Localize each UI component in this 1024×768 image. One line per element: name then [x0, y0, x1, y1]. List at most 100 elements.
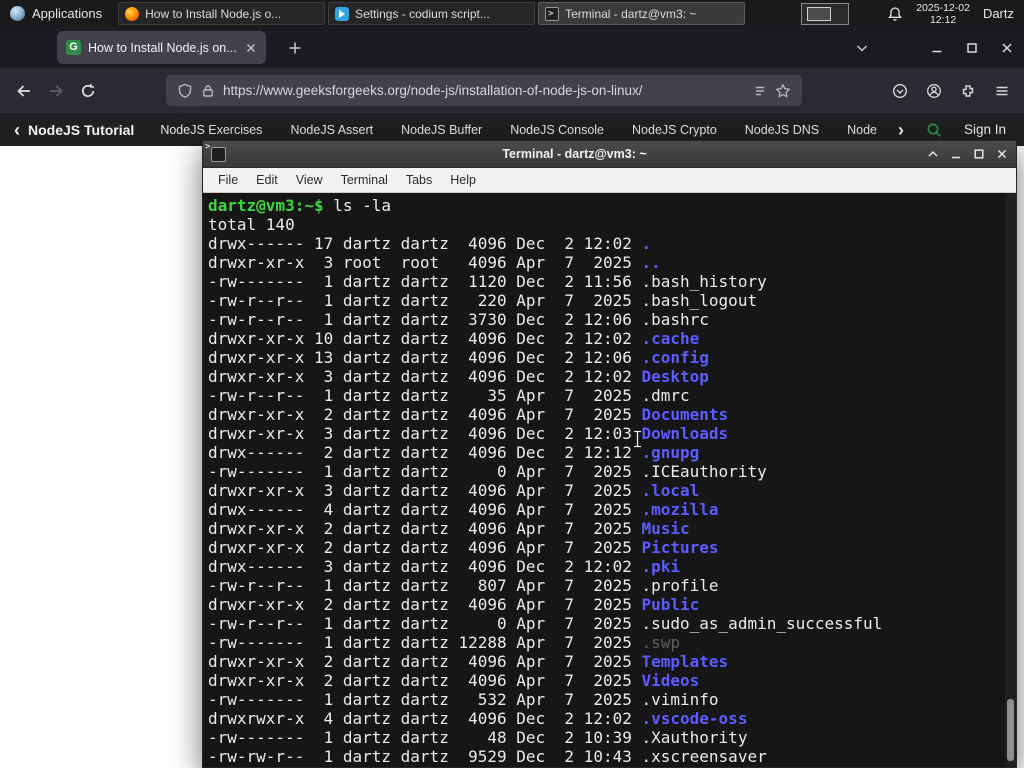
- shade-up-icon[interactable]: [927, 148, 939, 160]
- file-name: .viminfo: [641, 690, 719, 709]
- file-name: .ICEauthority: [641, 462, 767, 481]
- reload-button[interactable]: [72, 75, 104, 107]
- site-tutorial-title[interactable]: NodeJS Tutorial: [28, 122, 134, 138]
- site-nav-link[interactable]: Node: [847, 123, 877, 137]
- window-close-icon[interactable]: [1000, 41, 1014, 55]
- file-name: .local: [641, 481, 700, 500]
- terminal-icon: [545, 6, 560, 21]
- minimize-icon[interactable]: [950, 148, 962, 160]
- file-name: .profile: [641, 576, 719, 595]
- terminal-title: Terminal - dartz@vm3: ~: [502, 147, 647, 161]
- applications-menu-button[interactable]: Applications: [0, 0, 112, 27]
- shell-prompt: dartz@vm3:~$: [208, 196, 324, 215]
- forward-arrow-icon: [50, 84, 63, 97]
- file-name: .bashrc: [641, 310, 709, 329]
- file-name: .Xauthority: [641, 728, 748, 747]
- site-nav-links: NodeJS Exercises NodeJS Assert NodeJS Buff…: [160, 123, 892, 137]
- file-name: Music: [641, 519, 690, 538]
- site-more-chevron-icon[interactable]: ›: [898, 121, 904, 139]
- search-icon[interactable]: [926, 122, 942, 138]
- tracking-shield-icon[interactable]: [177, 83, 193, 99]
- maximize-icon[interactable]: [973, 148, 985, 160]
- taskbar-button-terminal[interactable]: Terminal - dartz@vm3: ~: [538, 2, 746, 25]
- taskbar-button-label: Terminal - dartz@vm3: ~: [565, 6, 697, 21]
- taskbar-button-firefox[interactable]: How to Install Node.js o...: [118, 2, 326, 25]
- file-name: .gnupg: [641, 443, 700, 462]
- menu-view[interactable]: View: [287, 173, 332, 187]
- file-name: .dmrc: [641, 386, 690, 405]
- shell-command: ls -la: [323, 196, 392, 215]
- file-name: .bash_logout: [641, 291, 758, 310]
- menu-terminal[interactable]: Terminal: [332, 173, 397, 187]
- account-icon[interactable]: [926, 83, 942, 99]
- menu-hamburger-icon[interactable]: [994, 83, 1010, 99]
- applications-menu-icon: [10, 6, 25, 21]
- menu-edit[interactable]: Edit: [247, 173, 287, 187]
- site-nav-link[interactable]: NodeJS Exercises: [160, 123, 262, 137]
- file-name: Public: [641, 595, 700, 614]
- panel-clock[interactable]: 2025-12-02 12:12: [916, 2, 970, 26]
- site-nav-link[interactable]: NodeJS Buffer: [401, 123, 482, 137]
- site-nav-link[interactable]: NodeJS Assert: [290, 123, 373, 137]
- file-name: Videos: [641, 671, 700, 690]
- new-tab-button[interactable]: [280, 31, 310, 64]
- list-all-tabs-button[interactable]: [850, 36, 874, 60]
- reload-icon: [81, 83, 95, 97]
- nav-right-icons: [892, 83, 1024, 99]
- file-name: .xscreensaver: [641, 747, 767, 766]
- bookmark-star-icon[interactable]: [775, 82, 791, 99]
- tab-title: How to Install Node.js on...: [88, 40, 237, 55]
- menu-tabs[interactable]: Tabs: [397, 173, 441, 187]
- file-name: .config: [641, 348, 709, 367]
- browser-tab[interactable]: How to Install Node.js on...: [57, 31, 266, 64]
- forward-button[interactable]: [40, 75, 72, 107]
- site-back-chevron-icon[interactable]: ‹: [14, 121, 20, 139]
- tab-close-icon[interactable]: [245, 42, 257, 54]
- window-maximize-icon[interactable]: [965, 41, 979, 55]
- menu-help[interactable]: Help: [441, 173, 485, 187]
- menu-file[interactable]: File: [209, 173, 247, 187]
- lock-icon[interactable]: [201, 84, 215, 98]
- file-name: .: [641, 234, 652, 253]
- firefox-icon: [125, 6, 140, 21]
- taskbar-button-codium[interactable]: Settings - codium script...: [328, 2, 536, 25]
- back-button[interactable]: [8, 75, 40, 107]
- reader-mode-icon[interactable]: [753, 84, 767, 98]
- close-icon[interactable]: [996, 148, 1008, 160]
- terminal-body[interactable]: dartz@vm3:~$ ls -la total 140 drwx------…: [203, 193, 1016, 767]
- site-nav-right: › Sign In: [892, 121, 1024, 139]
- notification-bell-icon[interactable]: [887, 6, 903, 22]
- window-minimize-icon[interactable]: [930, 41, 944, 55]
- site-nav-link[interactable]: NodeJS Crypto: [632, 123, 717, 137]
- extensions-icon[interactable]: [960, 83, 976, 99]
- back-arrow-icon: [17, 84, 30, 97]
- sign-in-button[interactable]: Sign In: [964, 122, 1006, 137]
- site-nav-link[interactable]: NodeJS Console: [510, 123, 604, 137]
- file-name: Desktop: [641, 367, 709, 386]
- desktop-screen: Applications How to Install Node.js o...…: [0, 0, 1024, 768]
- terminal-menubar: File Edit View Terminal Tabs Help: [203, 168, 1016, 193]
- scrollbar-thumb[interactable]: [1007, 699, 1014, 761]
- workspace-window-icon: [807, 6, 832, 21]
- taskbar-button-label: How to Install Node.js o...: [145, 6, 282, 21]
- url-bar[interactable]: https://www.geeksforgeeks.org/node-js/in…: [166, 75, 802, 106]
- firefox-window-controls: [930, 27, 1018, 68]
- terminal-window: Terminal - dartz@vm3: ~ FileEditViewTerm…: [202, 140, 1017, 768]
- panel-right-area: 2025-12-02 12:12 Dartz: [887, 2, 1024, 26]
- file-name: .mozilla: [641, 500, 719, 519]
- site-nav-link[interactable]: NodeJS DNS: [745, 123, 819, 137]
- terminal-output: dartz@vm3:~$ ls -la total 140 drwx------…: [208, 196, 883, 766]
- pocket-icon[interactable]: [892, 83, 908, 99]
- url-text: https://www.geeksforgeeks.org/node-js/in…: [223, 83, 643, 98]
- codium-icon: [335, 6, 350, 21]
- terminal-titlebar[interactable]: Terminal - dartz@vm3: ~: [203, 141, 1016, 168]
- chevron-down-icon: [856, 45, 868, 52]
- file-name: .cache: [641, 329, 700, 348]
- clock-time: 12:12: [929, 13, 957, 26]
- file-name: Downloads: [641, 424, 729, 443]
- file-name: .sudo_as_admin_successful: [641, 614, 883, 633]
- workspace-switcher[interactable]: [801, 2, 850, 25]
- file-name: .vscode-oss: [641, 709, 748, 728]
- taskbar-button-label: Settings - codium script...: [355, 6, 490, 21]
- terminal-scrollbar[interactable]: [1005, 193, 1016, 767]
